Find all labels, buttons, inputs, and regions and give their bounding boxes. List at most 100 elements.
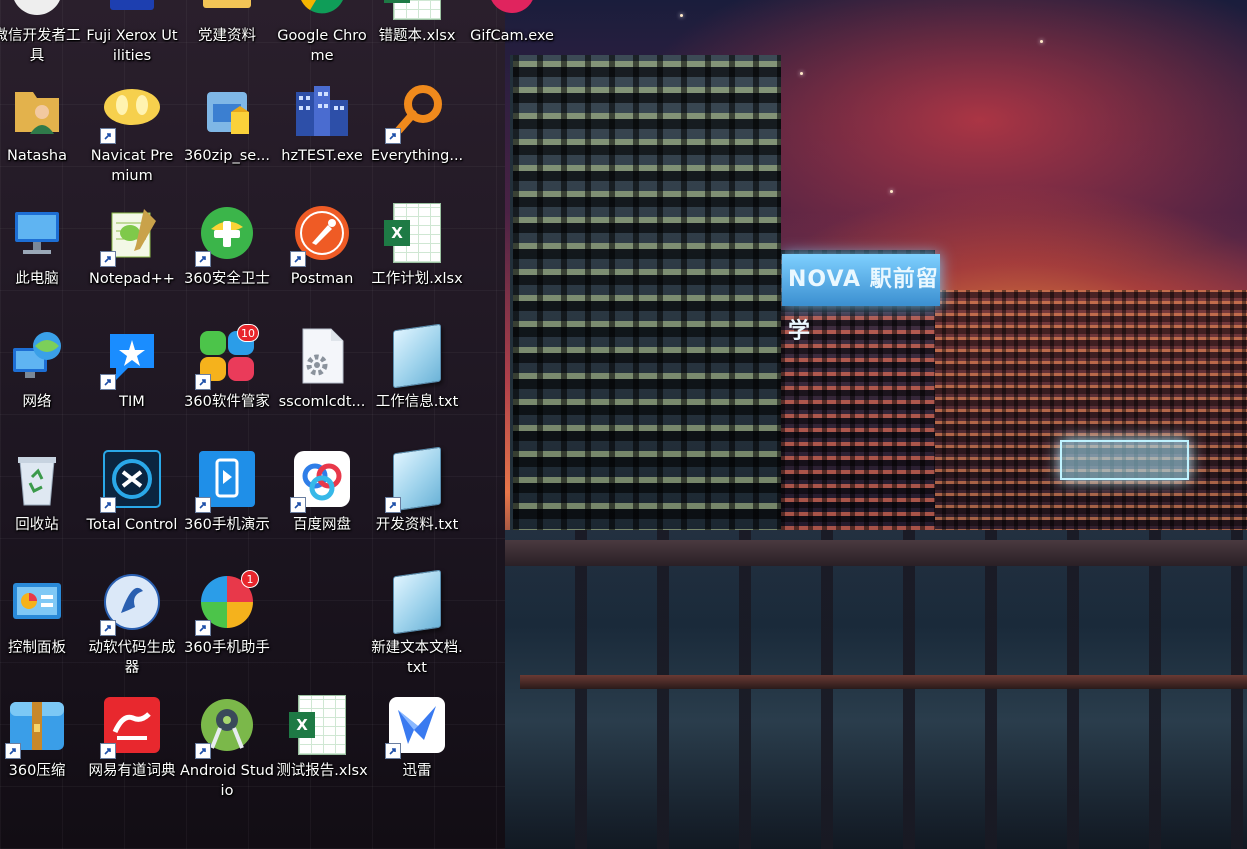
shortcut-arrow-icon [290,251,306,267]
desktop-icon-gzxx-txt[interactable]: 工作信息.txt [370,322,464,442]
desktop-icon-360zip-setup[interactable]: 360zip_se... [180,76,274,196]
youdao-icon [100,695,162,759]
control-panel-icon [7,572,67,632]
desktop-icon-ctb-xlsx[interactable]: X 错题本.xlsx [370,0,464,76]
desktop-icon-xunlei[interactable]: 迅雷 [370,691,464,811]
desktop-icon-label: 360zip_se... [183,148,271,164]
desktop-icon-this-pc[interactable]: 此电脑 [0,199,84,319]
navicat-icon [100,80,162,144]
desktop-icon-sscomlcdt[interactable]: sscomlcdt... [275,322,369,442]
desktop-icon-label: Postman [290,271,354,287]
desktop-icon-label: 360压缩 [8,763,66,779]
shortcut-arrow-icon [385,497,401,513]
desktop-icon-new-text-doc[interactable]: 新建文本文档.txt [370,568,464,688]
desktop-icon-label: 工作计划.xlsx [371,271,463,287]
desktop-icon-gzjh-xlsx[interactable]: X 工作计划.xlsx [370,199,464,319]
notification-badge: 1 [241,570,259,588]
desktop-icon-360-phone-assistant[interactable]: 1 360手机助手 [180,568,274,688]
desktop-icon-label: 工作信息.txt [375,394,459,410]
desktop-icon-label: 360手机助手 [184,640,270,656]
desktop-icon-tim[interactable]: TIM [85,322,179,442]
text-file-icon [387,569,447,635]
desktop-icon-label: 控制面板 [8,640,66,656]
shortcut-arrow-icon [100,620,116,636]
this-pc-icon [7,203,67,263]
desktop-icon-360-phone-demo[interactable]: 360手机演示 [180,445,274,565]
desktop-icon-recycle-bin[interactable]: 回收站 [0,445,84,565]
desktop-icon-network[interactable]: 网络 [0,322,84,442]
desktop-icon-label: Google Chrome [277,28,367,64]
building-exe-icon [292,80,352,140]
installer-icon [197,80,257,140]
desktop-icon-label: 错题本.xlsx [378,28,456,44]
desktop-icon-wechat-devtools[interactable]: 微信开发者工具 [0,0,84,76]
total-control-icon [100,449,162,513]
xunlei-icon [385,695,447,759]
desktop-icon-label: sscomlcdt... [278,394,366,410]
desktop-icon-chrome[interactable]: Google Chrome [275,0,369,76]
desktop-icon-code-generator[interactable]: 动软代码生成器 [85,568,179,688]
desktop-icon-360-safe[interactable]: 360安全卫士 [180,199,274,319]
desktop-icon-label: 开发资料.txt [375,517,459,533]
text-file-icon [387,323,447,389]
desktop-icon-android-studio[interactable]: Android Studio [180,691,274,811]
desktop-icon-label: 回收站 [15,517,59,533]
desktop-icon-label: Notepad++ [89,271,175,287]
shortcut-arrow-icon [100,374,116,390]
desktop-icon-fuji-xerox[interactable]: Fuji Xerox Utilities [85,0,179,76]
shortcut-arrow-icon [195,374,211,390]
shortcut-arrow-icon [100,743,116,759]
desktop-icon-label: 360软件管家 [184,394,270,410]
desktop-icon-control-panel[interactable]: 控制面板 [0,568,84,688]
shortcut-arrow-icon [5,743,21,759]
desktop-icon-label: 动软代码生成器 [88,640,176,676]
desktop-icon-label: 网易有道词典 [88,763,176,779]
fuji-xerox-icon [102,0,162,20]
desktop-icon-label: 360安全卫士 [184,271,270,287]
desktop-icon-gifcam[interactable]: GifCam.exe [465,0,559,76]
desktop-icon-label: 百度网盘 [293,517,351,533]
shortcut-arrow-icon [100,497,116,513]
360-phone-demo-icon [195,449,257,513]
desktop-icon-label: Fuji Xerox Utilities [86,28,178,64]
desktop-icon-area: 微信开发者工具 Fuji Xerox Utilities 党建资料 Google… [0,0,1247,849]
desktop-icon-everything[interactable]: Everything... [370,76,464,196]
wechat-devtools-icon [7,0,67,20]
desktop-icon-baidu-netdisk[interactable]: 百度网盘 [275,445,369,565]
desktop-icon-kfzl-txt[interactable]: 开发资料.txt [370,445,464,565]
360-software-icon: 10 [195,324,259,390]
desktop-icon-navicat[interactable]: Navicat Premium [85,76,179,196]
excel-file-icon: X [384,0,447,20]
shortcut-arrow-icon [195,620,211,636]
desktop-icon-notepadpp[interactable]: Notepad++ [85,199,179,319]
desktop-icon-youdao[interactable]: 网易有道词典 [85,691,179,811]
desktop-icon-label: GifCam.exe [470,28,554,44]
shortcut-arrow-icon [100,251,116,267]
desktop-icon-csbg-xlsx[interactable]: X 测试报告.xlsx [275,691,369,811]
desktop-icon-hztest[interactable]: hzTEST.exe [275,76,369,196]
notification-badge: 10 [237,324,259,342]
user-folder-icon [7,80,67,140]
desktop-icon-360-software[interactable]: 10 360软件管家 [180,322,274,442]
desktop-icon-label: Navicat Premium [90,148,174,184]
desktop-icon-natasha[interactable]: Natasha [0,76,84,196]
baidu-netdisk-icon [290,449,352,513]
folder-icon [197,0,257,20]
desktop-icon-total-control[interactable]: Total Control [85,445,179,565]
excel-file-icon: X [289,695,352,755]
settings-file-icon [292,326,352,386]
desktop-icon-label: Android Studio [180,763,274,799]
chrome-icon [292,0,352,20]
postman-icon [290,203,352,267]
desktop-icon-postman[interactable]: Postman [275,199,369,319]
shortcut-arrow-icon [100,128,116,144]
shortcut-arrow-icon [195,251,211,267]
tim-icon [100,326,162,390]
network-icon [7,326,67,386]
desktop-icon-360-zip[interactable]: 360压缩 [0,691,84,811]
gifcam-icon [482,0,542,20]
desktop-icon-folder-djzl[interactable]: 党建资料 [180,0,274,76]
desktop-icon-label: Everything... [370,148,464,164]
shortcut-arrow-icon [385,128,401,144]
360-safe-icon [195,203,257,267]
